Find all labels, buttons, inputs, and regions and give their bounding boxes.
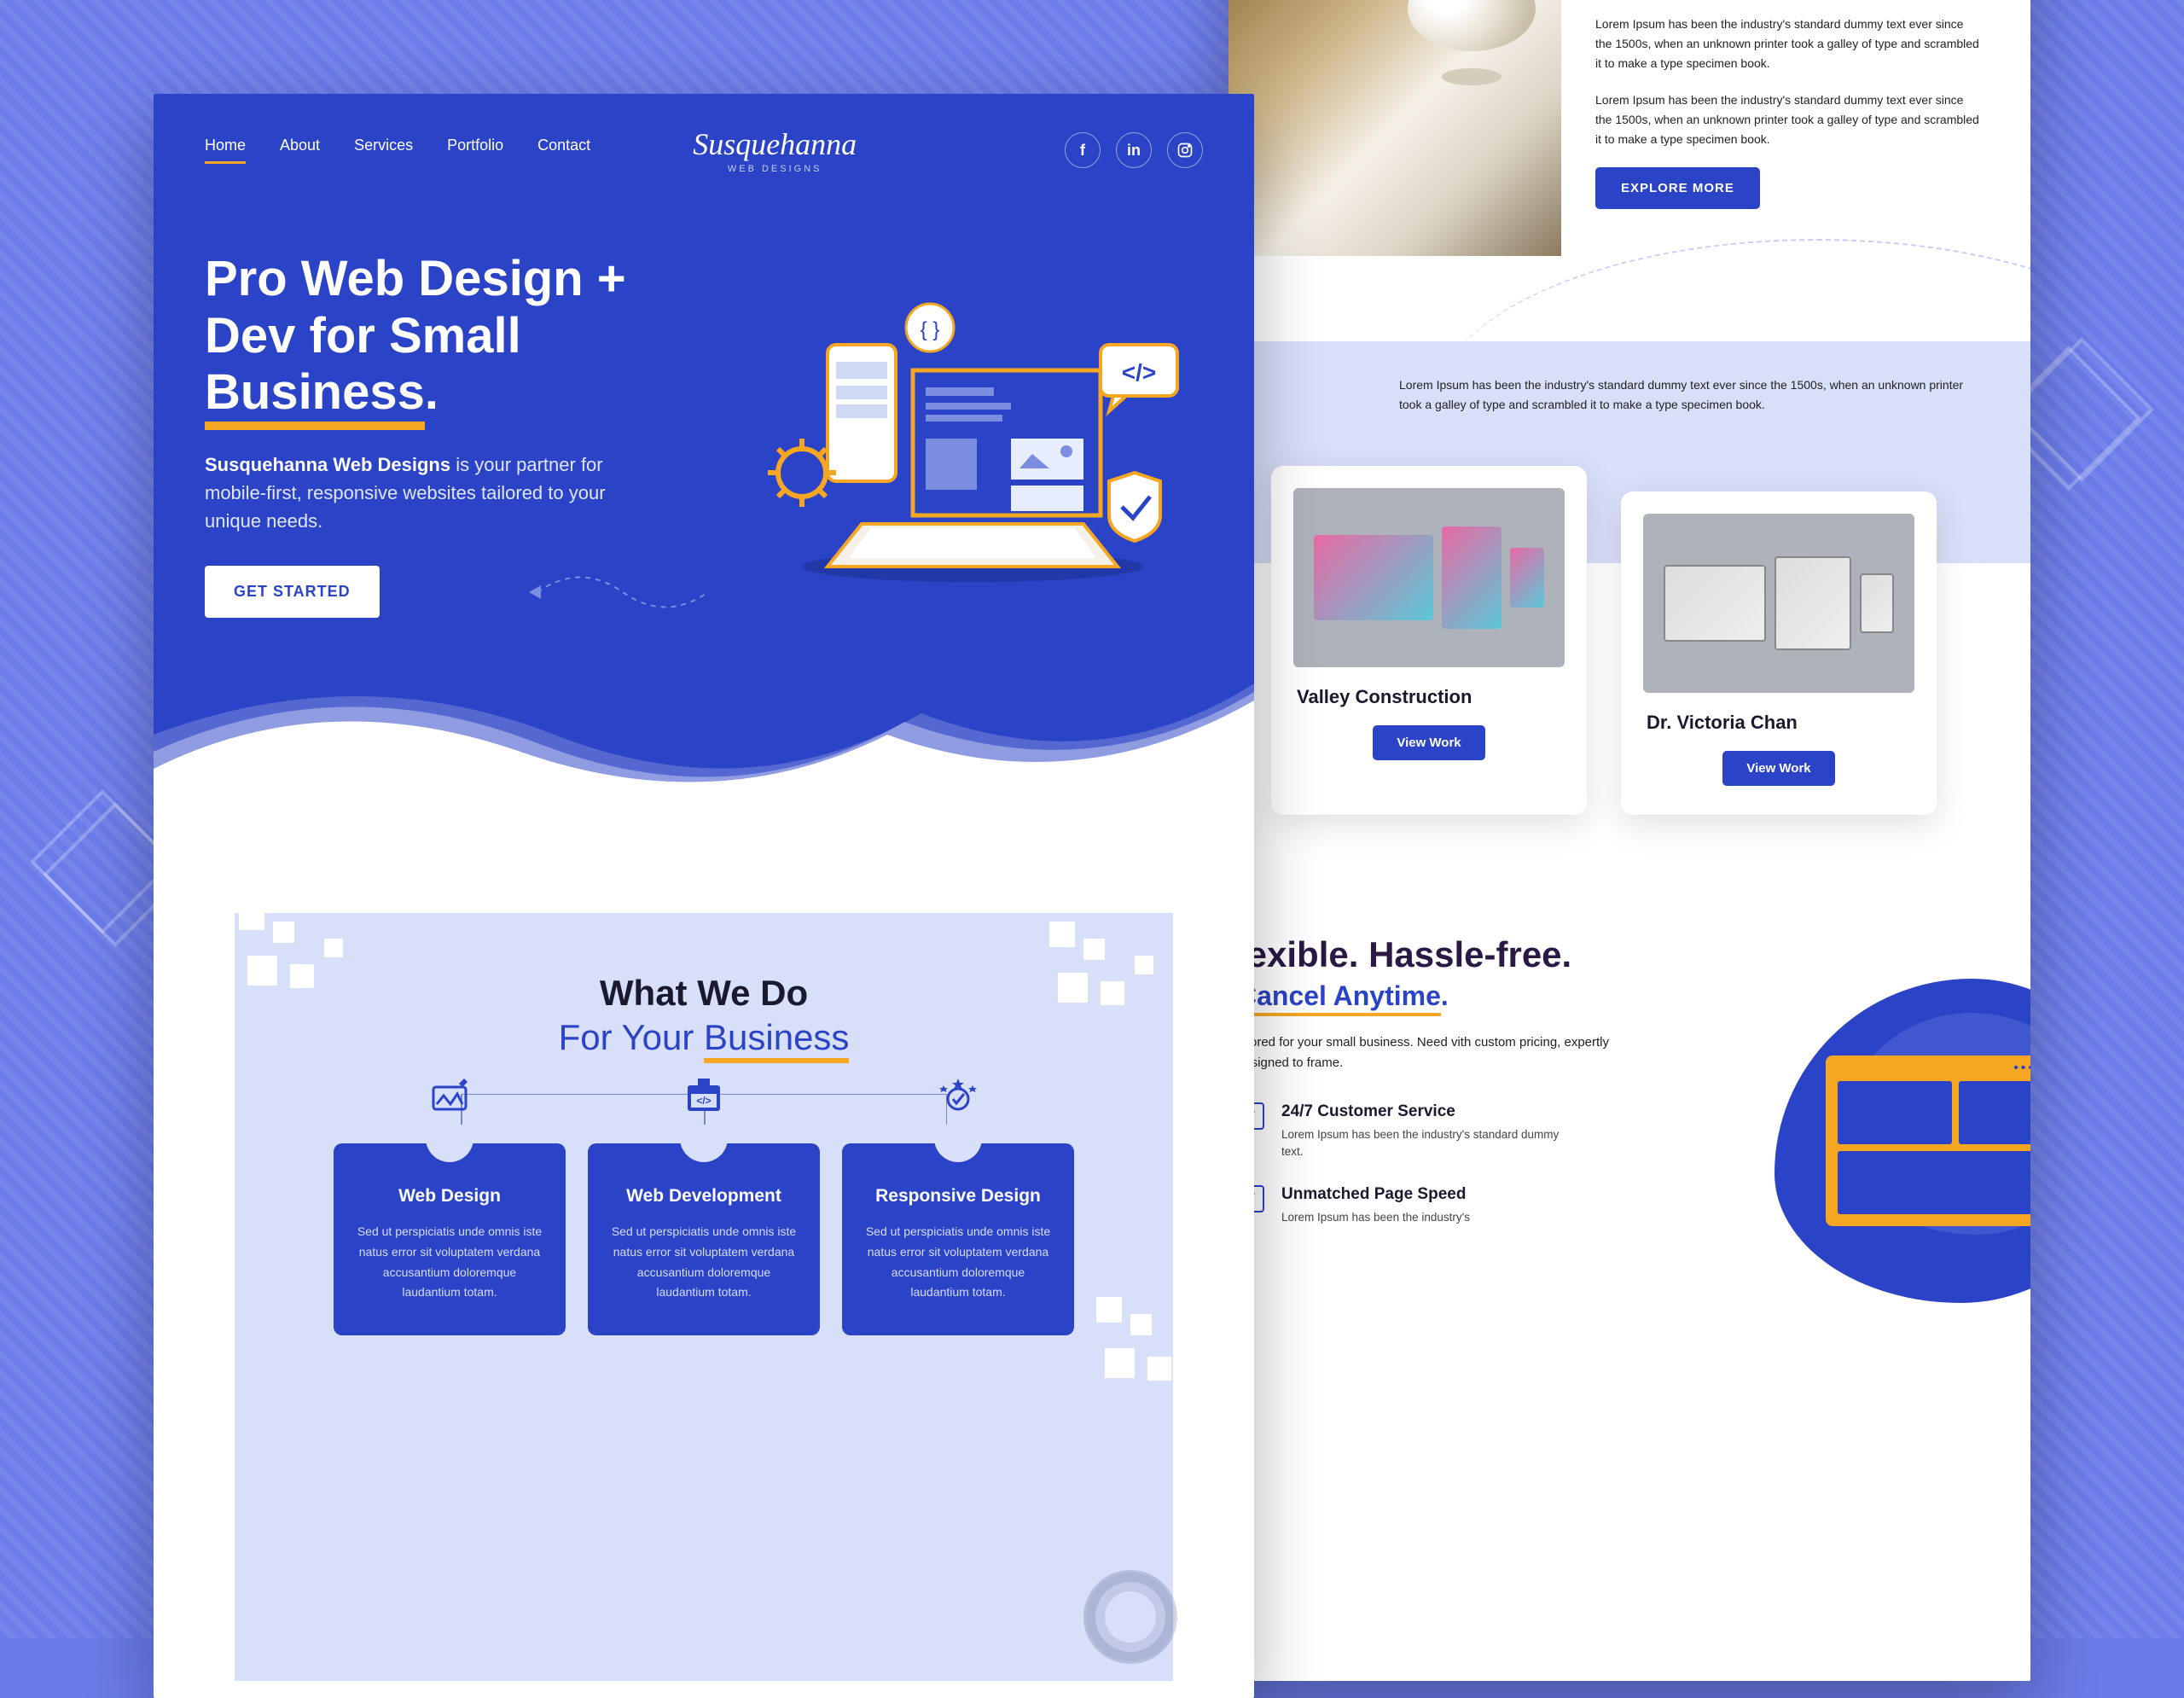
nav-bar: Home About Services Portfolio Contact Su… — [154, 94, 1254, 174]
brand-tagline: WEB DESIGNS — [693, 164, 857, 174]
responsive-icon — [937, 1075, 979, 1118]
nav-link-home[interactable]: Home — [205, 137, 246, 164]
portfolio-thumbnail — [1293, 488, 1565, 667]
brand-name: Susquehanna — [693, 126, 857, 162]
hero-illustration: </> { } — [717, 251, 1203, 618]
feature-title: Unmatched Page Speed — [1281, 1185, 1470, 1204]
feature-desc: Lorem Ipsum has been the industry's — [1281, 1209, 1470, 1226]
portfolio-card: Valley Construction View Work — [1271, 466, 1587, 815]
portfolio-title: Dr. Victoria Chan — [1647, 712, 1914, 734]
linkedin-icon[interactable]: in — [1116, 132, 1152, 168]
feature-desc: Lorem Ipsum has been the industry's stan… — [1281, 1126, 1563, 1161]
card-title: Web Design — [354, 1186, 545, 1207]
hero-title: Pro Web Design + Dev for Small Business. — [205, 251, 682, 425]
card-title: Responsive Design — [863, 1186, 1054, 1207]
card-body: Sed ut perspiciatis unde omnis iste natu… — [354, 1222, 545, 1303]
card-title: Web Development — [608, 1186, 799, 1207]
browser-illustration — [1826, 1055, 2030, 1226]
portfolio-thumbnail — [1643, 514, 1914, 693]
svg-text:{ }: { } — [921, 318, 940, 341]
dev-icon: </> — [682, 1075, 725, 1118]
portfolio-intro: Lorem Ipsum has been the industry's stan… — [1228, 307, 2030, 440]
about-paragraph: Lorem Ipsum has been the industry's stan… — [1595, 90, 1979, 149]
panel-right: About Us Lorem Ipsum has been the indust… — [1228, 0, 2030, 1681]
nav-link-contact[interactable]: Contact — [537, 137, 590, 164]
feature-title: 24/7 Customer Service — [1281, 1102, 1563, 1121]
nav-link-services[interactable]: Services — [354, 137, 413, 164]
svg-text:</>: </> — [1122, 359, 1156, 386]
brand-logo[interactable]: Susquehanna WEB DESIGNS — [693, 126, 857, 174]
nav-link-portfolio[interactable]: Portfolio — [447, 137, 503, 164]
portfolio-card: Dr. Victoria Chan View Work — [1621, 491, 1937, 815]
view-work-button[interactable]: View Work — [1722, 751, 1834, 786]
view-work-button[interactable]: View Work — [1373, 725, 1484, 760]
services-heading: What We Do — [205, 973, 1203, 1014]
card-body: Sed ut perspiciatis unde omnis iste natu… — [608, 1222, 799, 1303]
service-card-dev: </> Web Development Sed ut perspiciatis … — [588, 1143, 820, 1335]
panel-left: Home About Services Portfolio Contact Su… — [154, 94, 1254, 1698]
service-card-design: Web Design Sed ut perspiciatis unde omni… — [334, 1143, 566, 1335]
get-started-button[interactable]: GET STARTED — [205, 566, 380, 618]
decor-spiral — [1083, 1570, 1177, 1664]
about-image — [1228, 0, 1561, 256]
nav-link-about[interactable]: About — [280, 137, 320, 164]
explore-more-button[interactable]: EXPLORE MORE — [1595, 167, 1760, 209]
portfolio-title: Valley Construction — [1297, 686, 1565, 708]
services-subheading: For Your Business — [205, 1017, 1203, 1058]
about-paragraph: Lorem Ipsum has been the industry's stan… — [1595, 15, 1979, 73]
card-body: Sed ut perspiciatis unde omnis iste natu… — [863, 1222, 1054, 1303]
service-card-responsive: Responsive Design Sed ut perspiciatis un… — [842, 1143, 1074, 1335]
flex-description: ailored for your small business. Need vi… — [1237, 1032, 1612, 1073]
instagram-icon[interactable] — [1167, 132, 1203, 168]
svg-text:</>: </> — [696, 1095, 711, 1107]
facebook-icon[interactable]: f — [1065, 132, 1101, 168]
hero-description: Susquehanna Web Designs is your partner … — [205, 451, 631, 535]
design-icon — [428, 1075, 471, 1118]
flex-subheading: Cancel Anytime — [1237, 980, 1441, 1016]
